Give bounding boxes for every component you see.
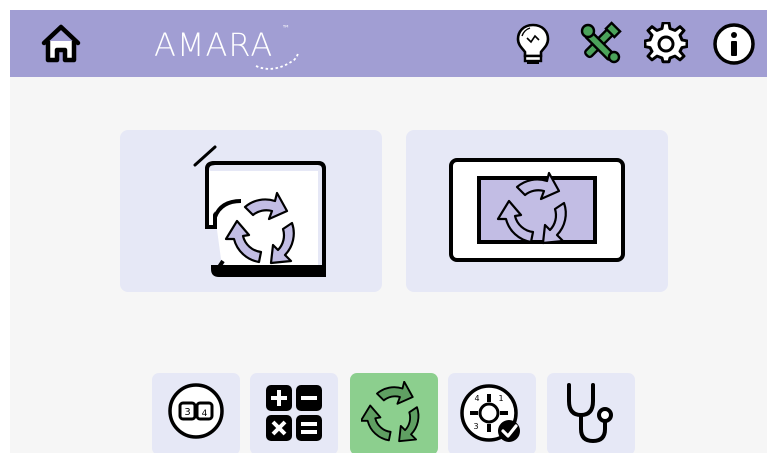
brand-logo: AMARA ™ — [154, 22, 304, 72]
home-icon — [41, 24, 81, 63]
converter-number-right: 4 — [202, 409, 208, 419]
conversion-icon: 3 4 — [168, 383, 224, 439]
dial-number-1: 1 — [498, 394, 503, 403]
calculator-icon — [266, 385, 322, 441]
toolbar-update-button[interactable] — [350, 373, 438, 453]
info-button[interactable] — [708, 18, 760, 70]
home-button[interactable] — [35, 18, 87, 70]
screen-update-card[interactable] — [406, 130, 668, 292]
tips-button[interactable] — [507, 18, 559, 70]
tools-button[interactable] — [575, 18, 627, 70]
top-bar: AMARA ™ — [10, 10, 767, 77]
stethoscope-icon — [567, 383, 613, 444]
converter-number-left: 3 — [184, 407, 190, 418]
screen-refresh-icon — [449, 158, 625, 262]
toolbar-calculator-button[interactable] — [250, 373, 338, 453]
app-frame: AMARA ™ 3 4 4 1 3 — [10, 10, 767, 453]
sewing-machine-refresh-icon — [193, 145, 326, 277]
dial-number-3: 3 — [473, 422, 478, 431]
toolbar-dial-button[interactable]: 4 1 3 — [448, 373, 536, 453]
info-icon — [713, 23, 755, 65]
gear-icon — [644, 22, 688, 64]
dial-number-4: 4 — [474, 394, 479, 403]
settings-button[interactable] — [640, 18, 692, 70]
toolbar-converter-button[interactable]: 3 4 — [152, 373, 240, 453]
refresh-icon — [361, 381, 420, 443]
toolbar-diagnostics-button[interactable] — [547, 373, 635, 453]
trademark: ™ — [282, 24, 290, 33]
tools-icon — [580, 21, 622, 64]
dial-check-icon: 4 1 3 — [460, 384, 520, 442]
lightbulb-icon — [516, 23, 550, 64]
logo-stitch-curve — [255, 51, 299, 70]
machine-update-card[interactable] — [120, 130, 382, 292]
